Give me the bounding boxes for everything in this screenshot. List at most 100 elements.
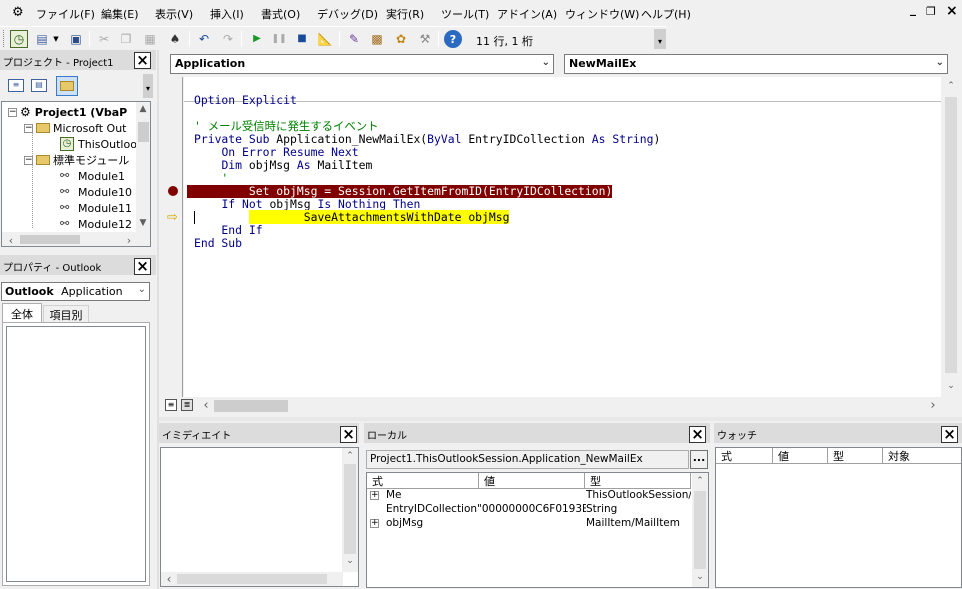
insert-userform-icon[interactable]: ▤: [33, 30, 51, 48]
breakpoint-icon[interactable]: [168, 186, 178, 196]
expand-icon[interactable]: +: [370, 491, 379, 500]
scroll-up-icon[interactable]: ⌃: [343, 451, 357, 461]
watch-col-context[interactable]: 対象: [883, 448, 961, 463]
run-icon[interactable]: ▶: [248, 30, 266, 48]
menu-run[interactable]: 実行(R): [386, 6, 424, 22]
collapse-icon[interactable]: −: [8, 107, 17, 117]
cut-icon[interactable]: ✂: [95, 30, 113, 48]
project-explorer-title[interactable]: プロジェクト - Project1: [0, 50, 156, 70]
margin-indicator-bar[interactable]: ⇨: [160, 77, 183, 397]
vbe-app-icon[interactable]: ⚙: [12, 5, 24, 20]
scroll-right-icon[interactable]: ›: [122, 234, 136, 246]
scroll-thumb[interactable]: [214, 400, 288, 412]
scroll-left-icon[interactable]: ‹: [162, 572, 176, 586]
project-explorer-close-icon[interactable]: ×: [134, 52, 151, 69]
tree-item-thisoutlooksession[interactable]: ◷ ThisOutloo: [60, 136, 137, 152]
menu-debug[interactable]: デバッグ(D): [317, 6, 378, 22]
immediate-hscrollbar[interactable]: ‹: [161, 572, 343, 586]
locals-row[interactable]: EntryIDCollection "00000000C6F0193E Stri…: [367, 503, 691, 517]
scroll-up-icon[interactable]: ⌃: [693, 476, 707, 486]
scroll-thumb[interactable]: [945, 97, 957, 373]
insert-dropdown-icon[interactable]: ▼: [51, 30, 61, 48]
scroll-left-icon[interactable]: ‹: [199, 398, 213, 413]
chevron-down-icon[interactable]: ⌄: [138, 284, 146, 295]
watch-col-value[interactable]: 値: [773, 448, 828, 463]
locals-col-expr[interactable]: 式: [367, 473, 479, 488]
code-vscrollbar[interactable]: ⌃ ⌄: [942, 77, 960, 397]
find-icon[interactable]: ♠: [166, 30, 184, 48]
watch-col-type[interactable]: 型: [828, 448, 883, 463]
menu-view[interactable]: 表示(V): [155, 6, 193, 22]
scroll-down-icon[interactable]: ⌄: [343, 556, 357, 566]
scroll-up-icon[interactable]: ⌃: [944, 81, 958, 91]
pane-divider[interactable]: [157, 50, 159, 589]
tree-project-root[interactable]: − ⚙ Project1 (VbaP: [8, 104, 127, 120]
immediate-close-icon[interactable]: ×: [340, 426, 357, 443]
help-icon[interactable]: ?: [444, 30, 462, 48]
scroll-right-icon[interactable]: ›: [926, 398, 940, 413]
project-toolbar-scroll-icon[interactable]: ▾: [143, 74, 153, 98]
undo-icon[interactable]: ↶: [195, 30, 213, 48]
pane-divider[interactable]: [159, 417, 962, 421]
scroll-thumb[interactable]: [694, 491, 706, 569]
scroll-up-icon[interactable]: ▲: [136, 104, 150, 114]
immediate-title[interactable]: イミディエイト: [159, 423, 359, 443]
tree-module[interactable]: ⚯ Module1: [60, 168, 125, 184]
watch-title[interactable]: ウォッチ: [714, 423, 962, 443]
view-host-app-icon[interactable]: ◷: [10, 30, 28, 48]
toolbox-icon[interactable]: ⚒: [416, 30, 434, 48]
chevron-down-icon[interactable]: ⌄: [542, 57, 550, 68]
procedure-view-icon[interactable]: ≡: [165, 399, 177, 411]
menu-addins[interactable]: アドイン(A): [497, 6, 557, 22]
reset-icon[interactable]: ■: [293, 30, 311, 48]
view-object-icon[interactable]: ▤: [31, 79, 47, 92]
object-browser-icon[interactable]: ✿: [392, 30, 410, 48]
properties-close-icon[interactable]: ×: [134, 258, 151, 275]
locals-close-icon[interactable]: ×: [689, 426, 706, 443]
properties-object-combo[interactable]: Outlook Application ⌄: [1, 282, 150, 301]
view-code-icon[interactable]: ≡: [8, 79, 24, 92]
tree-hscrollbar[interactable]: ‹ ›: [2, 232, 150, 246]
toolbar-grip[interactable]: [3, 30, 6, 47]
toolbar-overflow-icon[interactable]: ▾: [654, 29, 666, 49]
execution-arrow-icon[interactable]: ⇨: [167, 211, 178, 224]
menu-format[interactable]: 書式(O): [261, 6, 300, 22]
scroll-thumb[interactable]: [177, 574, 327, 584]
tree-folder-modules[interactable]: − 標準モジュール: [24, 152, 129, 168]
redo-icon[interactable]: ↷: [219, 30, 237, 48]
break-icon[interactable]: ❚❚: [270, 30, 288, 48]
scroll-down-icon[interactable]: ⌄: [944, 381, 958, 391]
tab-category[interactable]: 項目別: [43, 305, 89, 322]
scroll-thumb[interactable]: [20, 235, 80, 244]
tree-module[interactable]: ⚯ Module10: [60, 184, 132, 200]
locals-vscrollbar[interactable]: ⌃ ⌄: [692, 473, 708, 587]
locals-title[interactable]: ローカル: [364, 423, 710, 443]
properties-window-icon[interactable]: ▩: [368, 30, 386, 48]
tree-vscrollbar[interactable]: ▲ ▼: [136, 102, 150, 232]
scroll-down-icon[interactable]: ▼: [136, 218, 150, 228]
close-button[interactable]: ×: [946, 3, 958, 19]
watch-col-expr[interactable]: 式: [716, 448, 773, 463]
scroll-thumb[interactable]: [138, 122, 149, 142]
locals-row[interactable]: + Me ThisOutlookSession/: [367, 489, 691, 503]
design-mode-icon[interactable]: 📐: [316, 30, 334, 48]
call-stack-button[interactable]: ...: [690, 450, 708, 469]
expand-icon[interactable]: +: [370, 519, 379, 528]
scroll-left-icon[interactable]: ‹: [4, 234, 18, 246]
menu-edit[interactable]: 編集(E): [101, 6, 139, 22]
copy-icon[interactable]: ❐: [117, 30, 135, 48]
tree-folder-outlook[interactable]: − Microsoft Out: [24, 120, 127, 136]
tree-module[interactable]: ⚯ Module11: [60, 200, 132, 216]
scroll-thumb[interactable]: [344, 464, 356, 554]
paste-icon[interactable]: ▦: [141, 30, 159, 48]
object-combo[interactable]: Application ⌄: [170, 54, 554, 74]
properties-title[interactable]: プロパティ - Outlook: [0, 255, 156, 275]
scroll-down-icon[interactable]: ⌄: [693, 572, 707, 582]
code-pane[interactable]: Option Explicit ' メール受信時に発生するイベント Privat…: [184, 77, 941, 397]
toggle-folders-icon[interactable]: [56, 76, 78, 96]
menu-tools[interactable]: ツール(T): [441, 6, 489, 22]
locals-col-value[interactable]: 値: [479, 473, 585, 488]
minimize-button[interactable]: _: [910, 2, 916, 16]
restore-button[interactable]: ❐: [926, 5, 936, 18]
immediate-vscrollbar[interactable]: ⌃ ⌄: [342, 448, 358, 572]
